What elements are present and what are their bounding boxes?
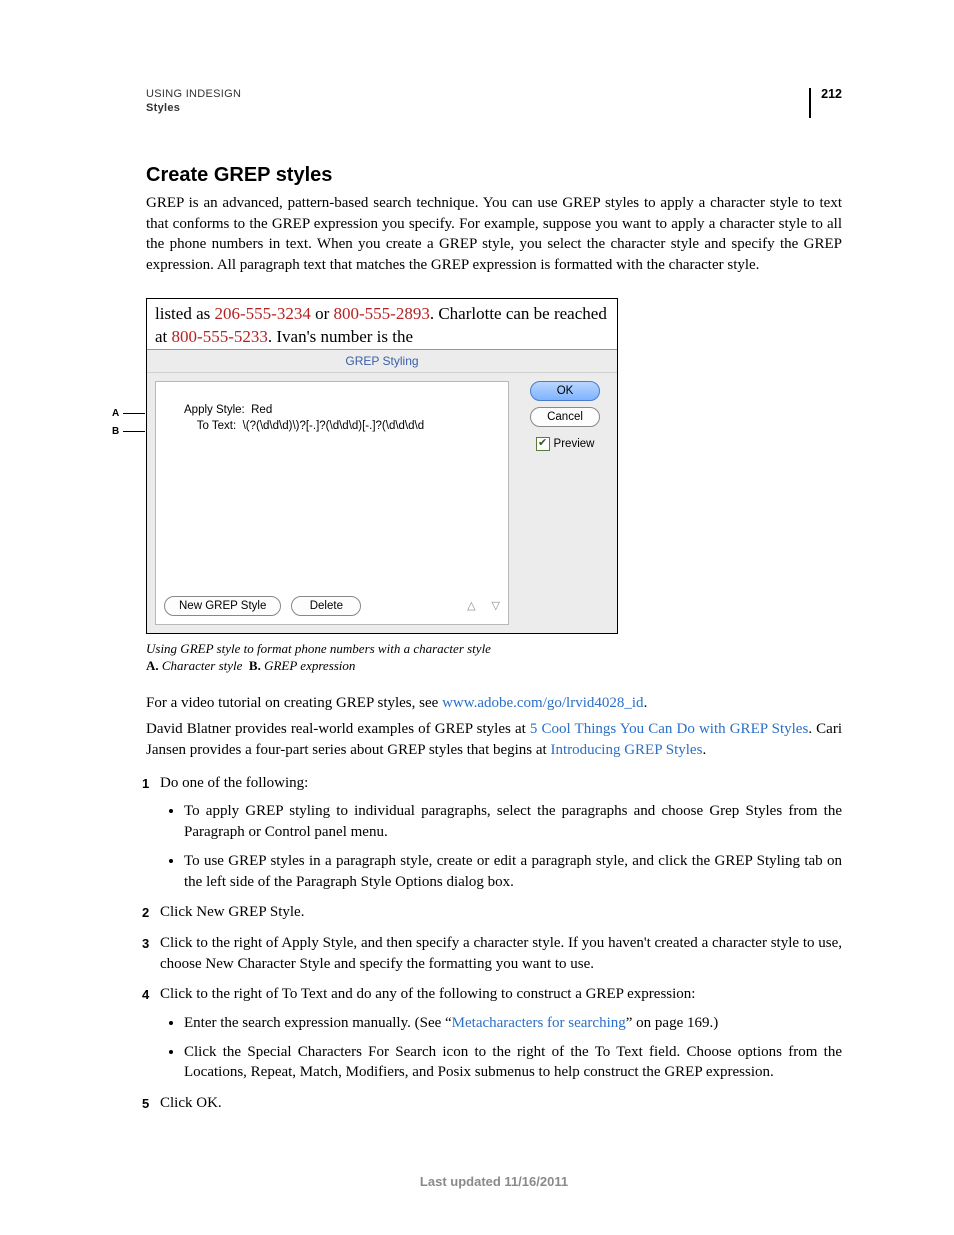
step-1: Do one of the following: To apply GREP s…	[146, 773, 842, 892]
step-4: Click to the right of To Text and do any…	[146, 984, 842, 1083]
header-section: Styles	[146, 102, 809, 114]
external-examples-paragraph: David Blatner provides real-world exampl…	[146, 719, 842, 760]
sample-text: listed as 206-555-3234 or 800-555-2893. …	[147, 299, 617, 350]
section-title: Create GREP styles	[146, 164, 842, 187]
steps-list: Do one of the following: To apply GREP s…	[146, 773, 842, 1114]
callout-b: B	[112, 426, 145, 437]
preview-checkbox[interactable]: ✔ Preview	[536, 437, 595, 451]
callout-a: A	[112, 408, 145, 419]
cool-things-link[interactable]: 5 Cool Things You Can Do with GREP Style…	[530, 721, 808, 737]
figure-caption: Using GREP style to format phone numbers…	[146, 640, 618, 675]
ok-button[interactable]: OK	[530, 381, 600, 401]
move-up-icon[interactable]: △	[467, 599, 475, 612]
phone-number: 800-555-2893	[334, 304, 430, 323]
new-grep-style-button[interactable]: New GREP Style	[164, 596, 281, 616]
page-number: 212	[809, 88, 842, 118]
header-product: USING INDESIGN	[146, 88, 809, 100]
intro-paragraph: GREP is an advanced, pattern-based searc…	[146, 193, 842, 276]
step-4-bullet-2: Click the Special Characters For Search …	[184, 1042, 842, 1083]
phone-number: 206-555-3234	[215, 304, 311, 323]
introducing-grep-link[interactable]: Introducing GREP Styles	[550, 742, 702, 758]
step-1-bullet-1: To apply GREP styling to individual para…	[184, 801, 842, 842]
step-3: Click to the right of Apply Style, and t…	[146, 933, 842, 974]
step-4-bullet-1: Enter the search expression manually. (S…	[184, 1013, 842, 1034]
video-tutorial-link[interactable]: www.adobe.com/go/lrvid4028_id	[442, 695, 644, 711]
move-down-icon[interactable]: ▽	[492, 599, 500, 612]
phone-number: 800-555-5233	[172, 327, 268, 346]
figure: A B listed as 206-555-3234 or 800-555-28…	[146, 298, 618, 675]
apply-style-row[interactable]: Apply Style: Red	[184, 404, 498, 416]
video-tutorial-paragraph: For a video tutorial on creating GREP st…	[146, 693, 842, 714]
delete-button[interactable]: Delete	[291, 596, 361, 616]
footer-updated: Last updated 11/16/2011	[146, 1174, 842, 1189]
apply-style-value: Red	[251, 404, 272, 416]
cancel-button[interactable]: Cancel	[530, 407, 600, 427]
apply-style-label: Apply Style:	[184, 404, 245, 416]
to-text-label: To Text:	[197, 420, 236, 432]
metacharacters-link[interactable]: Metacharacters for searching	[452, 1015, 626, 1031]
dialog-title: GREP Styling	[147, 350, 617, 373]
step-2: Click New GREP Style.	[146, 902, 842, 923]
to-text-value: \(?(\d\d\d)\)?[-.]?(\d\d\d)[-.]?(\d\d\d\…	[243, 420, 425, 432]
step-1-bullet-2: To use GREP styles in a paragraph style,…	[184, 851, 842, 892]
checkbox-icon: ✔	[536, 437, 550, 451]
to-text-row[interactable]: To Text: \(?(\d\d\d)\)?[-.]?(\d\d\d)[-.]…	[184, 420, 498, 432]
step-5: Click OK.	[146, 1093, 842, 1114]
grep-styling-dialog: GREP Styling Apply Style: Red To Text: \…	[147, 350, 617, 633]
preview-label: Preview	[554, 438, 595, 450]
style-list-pane: Apply Style: Red To Text: \(?(\d\d\d)\)?…	[155, 381, 509, 625]
